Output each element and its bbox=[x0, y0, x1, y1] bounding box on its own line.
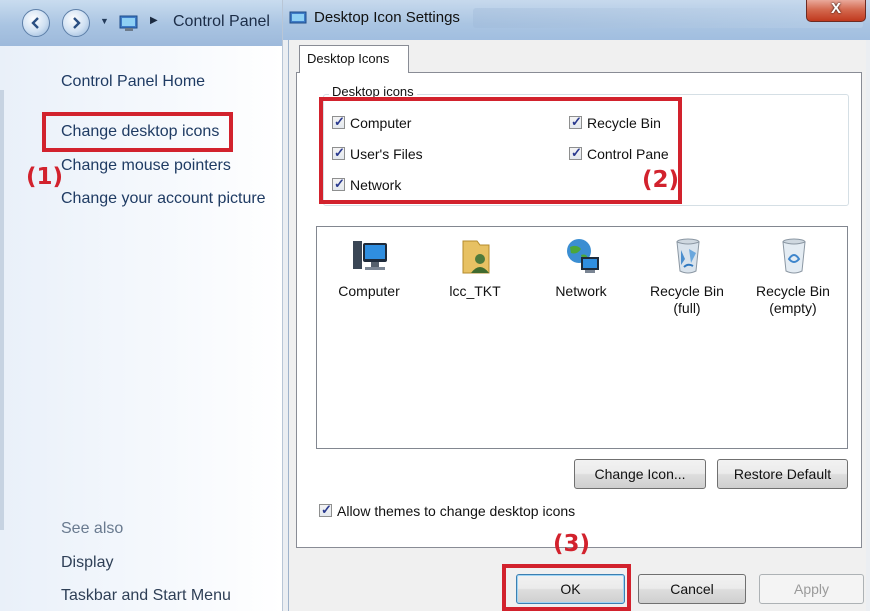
control-panel-window: ▼ ▶ Control Panel Control Panel Home Cha… bbox=[0, 0, 283, 611]
checkbox-label: Allow themes to change desktop icons bbox=[337, 503, 576, 519]
see-also-heading: See also bbox=[61, 520, 124, 537]
tab-desktop-icons[interactable]: Desktop Icons bbox=[299, 45, 409, 73]
highlight-box-step-3 bbox=[502, 564, 631, 611]
icon-preview-list[interactable]: Computer lcc_TKT Network Recycle Bin (fu… bbox=[316, 226, 848, 449]
control-panel-address-bar: ▼ ▶ Control Panel bbox=[0, 0, 282, 46]
preview-user-folder[interactable]: lcc_TKT bbox=[423, 231, 527, 331]
breadcrumb-control-panel[interactable]: Control Panel bbox=[173, 13, 270, 31]
taskbar-start-menu-link[interactable]: Taskbar and Start Menu bbox=[61, 587, 231, 605]
change-icon-button[interactable]: Change Icon... bbox=[574, 459, 706, 489]
pane-edge-scrollbar bbox=[0, 90, 4, 530]
highlight-box-step-1 bbox=[42, 112, 233, 152]
breadcrumb-separator-icon: ▶ bbox=[150, 15, 158, 26]
forward-arrow-icon bbox=[73, 17, 81, 29]
dialog-content: Desktop Icons Desktop icons Computer Use… bbox=[283, 0, 870, 611]
preview-caption: lcc_TKT bbox=[449, 283, 501, 299]
apply-button[interactable]: Apply bbox=[759, 574, 864, 604]
back-button[interactable] bbox=[22, 9, 50, 37]
tab-desktop-icons-label: Desktop Icons bbox=[307, 51, 390, 66]
preview-caption: Recycle Bin (full) bbox=[650, 283, 724, 316]
checkbox-checked-icon[interactable] bbox=[319, 502, 332, 518]
change-account-picture-link[interactable]: Change your account picture bbox=[61, 190, 266, 208]
step-2-label: (2) bbox=[642, 167, 680, 193]
recycle-bin-full-icon bbox=[676, 238, 700, 274]
preview-recycle-bin-full[interactable]: Recycle Bin (full) bbox=[635, 231, 739, 331]
control-panel-icon bbox=[119, 15, 138, 31]
back-arrow-icon bbox=[31, 17, 39, 29]
computer-icon bbox=[353, 241, 387, 270]
recent-pages-dropdown-icon[interactable]: ▼ bbox=[100, 16, 110, 26]
change-mouse-pointers-link[interactable]: Change mouse pointers bbox=[61, 157, 231, 175]
forward-button[interactable] bbox=[62, 9, 90, 37]
step-1-label: (1) bbox=[26, 164, 64, 190]
preview-caption: Recycle Bin (empty) bbox=[756, 283, 830, 316]
preview-caption: Network bbox=[555, 283, 607, 299]
display-link[interactable]: Display bbox=[61, 554, 113, 572]
network-icon bbox=[567, 239, 599, 273]
step-3-label: (3) bbox=[553, 531, 591, 557]
preview-recycle-bin-empty[interactable]: Recycle Bin (empty) bbox=[741, 231, 845, 331]
highlight-box-step-2 bbox=[319, 97, 682, 204]
control-panel-home-link[interactable]: Control Panel Home bbox=[61, 73, 205, 91]
preview-computer[interactable]: Computer bbox=[317, 231, 421, 331]
recycle-bin-empty-icon bbox=[782, 238, 806, 274]
preview-network[interactable]: Network bbox=[529, 231, 633, 331]
user-folder-icon bbox=[462, 240, 490, 274]
cancel-button[interactable]: Cancel bbox=[638, 574, 746, 604]
restore-default-button[interactable]: Restore Default bbox=[717, 459, 848, 489]
preview-caption: Computer bbox=[338, 283, 400, 299]
